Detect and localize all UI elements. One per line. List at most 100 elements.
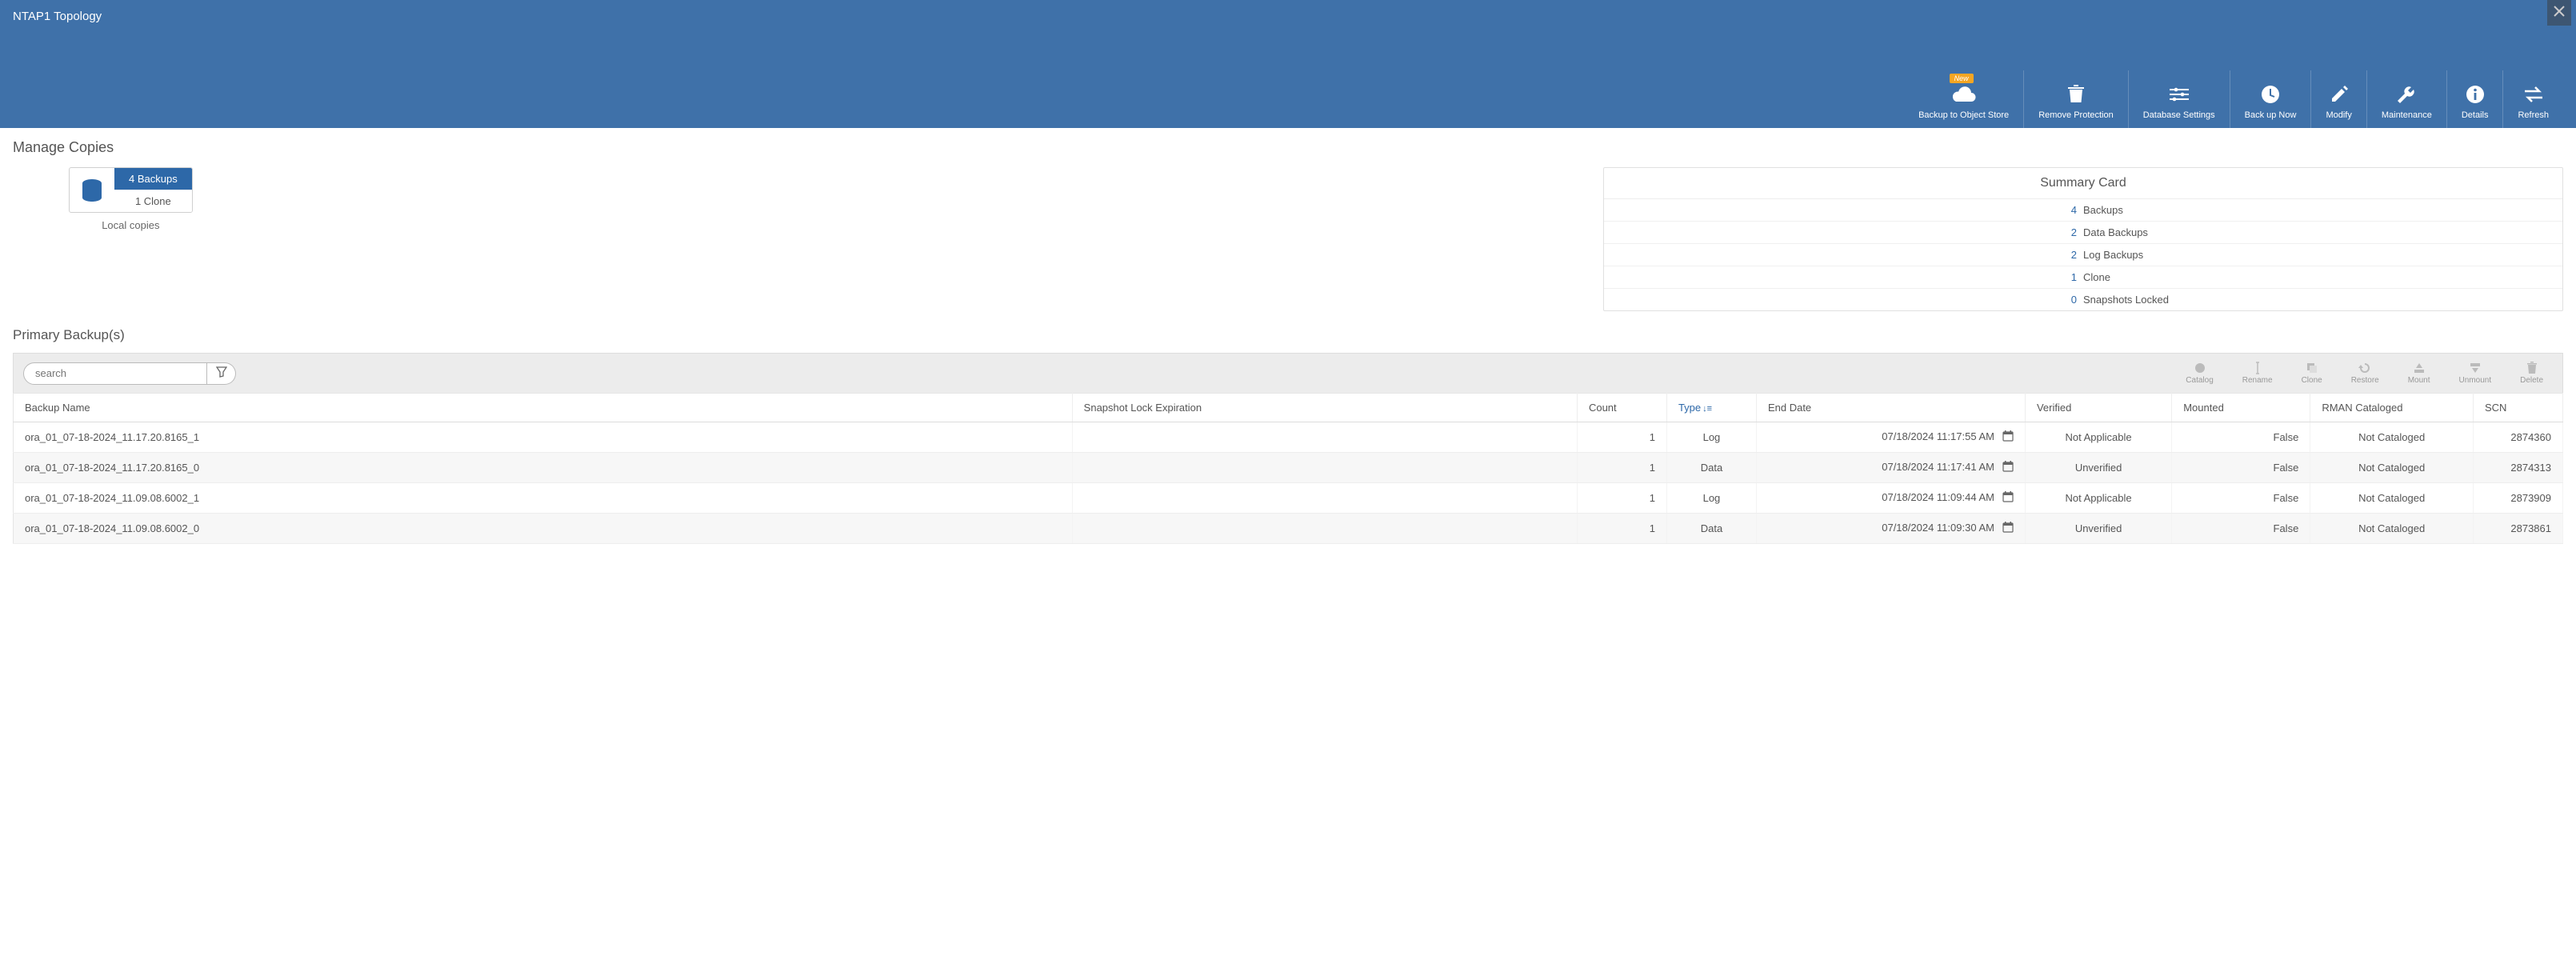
summary-label: Data Backups <box>2083 226 2562 238</box>
trash-icon <box>2067 83 2085 106</box>
delete-button[interactable]: Delete <box>2520 362 2543 385</box>
cell-scn: 2874313 <box>2473 453 2562 483</box>
calendar-icon <box>2002 461 2014 474</box>
col-count[interactable]: Count <box>1577 394 1666 422</box>
toolbar-label: Remove Protection <box>2038 110 2114 120</box>
col-cataloged[interactable]: RMAN Cataloged <box>2310 394 2474 422</box>
table-row[interactable]: ora_01_07-18-2024_11.09.08.6002_01Data07… <box>14 514 2563 544</box>
cell-verified: Not Applicable <box>2025 483 2171 514</box>
col-end-date[interactable]: End Date <box>1756 394 2025 422</box>
cell-snap <box>1072 514 1577 544</box>
summary-count: 2 <box>1604 226 2083 238</box>
header-bar: NTAP1 Topology New Backup to Object Stor… <box>0 0 2576 128</box>
summary-label: Snapshots Locked <box>2083 294 2562 306</box>
action-label: Delete <box>2520 376 2543 385</box>
backup-to-object-store-button[interactable]: New Backup to Object Store <box>1904 70 2023 128</box>
table-row[interactable]: ora_01_07-18-2024_11.09.08.6002_11Log07/… <box>14 483 2563 514</box>
restore-button[interactable]: Restore <box>2351 362 2379 385</box>
cell-name: ora_01_07-18-2024_11.17.20.8165_1 <box>14 422 1073 453</box>
col-scn[interactable]: SCN <box>2473 394 2562 422</box>
toolbar-label: Details <box>2462 110 2489 120</box>
back-up-now-button[interactable]: Back up Now <box>2230 70 2311 128</box>
clone-pill[interactable]: 1 Clone <box>114 190 192 212</box>
title-bar: NTAP1 Topology <box>0 0 2576 32</box>
new-badge: New <box>1950 74 1974 83</box>
toolbar-label: Back up Now <box>2245 110 2297 120</box>
details-button[interactable]: Details <box>2446 70 2503 128</box>
copies-summary-row: 4 Backups 1 Clone Local copies Summary C… <box>13 167 2563 311</box>
sliders-icon <box>2170 83 2189 106</box>
row-actions: Catalog Rename Clone Restore Mount Unmou… <box>2186 362 2553 385</box>
remove-protection-button[interactable]: Remove Protection <box>2023 70 2128 128</box>
cell-name: ora_01_07-18-2024_11.09.08.6002_0 <box>14 514 1073 544</box>
cell-scn: 2873861 <box>2473 514 2562 544</box>
table-row[interactable]: ora_01_07-18-2024_11.17.20.8165_11Log07/… <box>14 422 2563 453</box>
database-icon <box>70 168 114 212</box>
refresh-button[interactable]: Refresh <box>2502 70 2563 128</box>
summary-label: Log Backups <box>2083 249 2562 261</box>
filter-button[interactable] <box>207 362 236 385</box>
summary-row[interactable]: 2Log Backups <box>1604 244 2562 266</box>
action-label: Restore <box>2351 376 2379 385</box>
cell-count: 1 <box>1577 514 1666 544</box>
col-verified[interactable]: Verified <box>2025 394 2171 422</box>
modify-button[interactable]: Modify <box>2310 70 2366 128</box>
local-copies-block: 4 Backups 1 Clone Local copies <box>69 167 193 231</box>
calendar-icon <box>2002 522 2014 535</box>
summary-row[interactable]: 4Backups <box>1604 199 2562 222</box>
cloud-icon <box>1950 83 1978 106</box>
main-content: Manage Copies 4 Backups 1 Clone Local co… <box>0 128 2576 555</box>
cell-count: 1 <box>1577 483 1666 514</box>
table-row[interactable]: ora_01_07-18-2024_11.17.20.8165_01Data07… <box>14 453 2563 483</box>
col-backup-name[interactable]: Backup Name <box>14 394 1073 422</box>
cell-name: ora_01_07-18-2024_11.09.08.6002_1 <box>14 483 1073 514</box>
toolbar-label: Modify <box>2326 110 2351 120</box>
cell-end: 07/18/2024 11:17:55 AM <box>1756 422 2025 453</box>
cell-end: 07/18/2024 11:09:30 AM <box>1756 514 2025 544</box>
cell-name: ora_01_07-18-2024_11.17.20.8165_0 <box>14 453 1073 483</box>
database-settings-button[interactable]: Database Settings <box>2128 70 2230 128</box>
backups-pill[interactable]: 4 Backups <box>114 168 192 190</box>
summary-row[interactable]: 1Clone <box>1604 266 2562 289</box>
summary-count: 2 <box>1604 249 2083 261</box>
col-type[interactable]: Type↓≡ <box>1666 394 1756 422</box>
toolbar-label: Database Settings <box>2143 110 2215 120</box>
summary-row[interactable]: 0Snapshots Locked <box>1604 289 2562 310</box>
col-mounted[interactable]: Mounted <box>2172 394 2310 422</box>
local-copies-card[interactable]: 4 Backups 1 Clone <box>69 167 193 213</box>
cell-mounted: False <box>2172 483 2310 514</box>
action-label: Unmount <box>2459 376 2492 385</box>
mount-button[interactable]: Mount <box>2408 362 2430 385</box>
rename-button[interactable]: Rename <box>2242 362 2273 385</box>
search-wrap <box>23 362 236 385</box>
action-label: Catalog <box>2186 376 2213 385</box>
action-label: Mount <box>2408 376 2430 385</box>
copies-list: 4 Backups 1 Clone <box>114 168 192 212</box>
summary-row[interactable]: 2Data Backups <box>1604 222 2562 244</box>
sort-desc-icon: ↓≡ <box>1702 404 1712 414</box>
catalog-button[interactable]: Catalog <box>2186 362 2213 385</box>
cell-cataloged: Not Cataloged <box>2310 483 2474 514</box>
page-title: NTAP1 Topology <box>13 10 102 23</box>
cell-cataloged: Not Cataloged <box>2310 453 2474 483</box>
col-snapshot-lock[interactable]: Snapshot Lock Expiration <box>1072 394 1577 422</box>
clone-button[interactable]: Clone <box>2302 362 2322 385</box>
clock-icon <box>2261 83 2280 106</box>
cell-type: Log <box>1666 422 1756 453</box>
calendar-icon <box>2002 491 2014 505</box>
summary-count: 1 <box>1604 271 2083 283</box>
maintenance-button[interactable]: Maintenance <box>2366 70 2446 128</box>
search-action-bar: Catalog Rename Clone Restore Mount Unmou… <box>13 353 2563 393</box>
unmount-button[interactable]: Unmount <box>2459 362 2492 385</box>
cell-cataloged: Not Cataloged <box>2310 422 2474 453</box>
search-input[interactable] <box>23 362 207 385</box>
summary-count: 4 <box>1604 204 2083 216</box>
close-icon[interactable] <box>2547 0 2571 26</box>
backup-table: Backup Name Snapshot Lock Expiration Cou… <box>13 393 2563 544</box>
summary-card: Summary Card 4Backups2Data Backups2Log B… <box>1603 167 2563 311</box>
cell-snap <box>1072 483 1577 514</box>
info-icon <box>2466 83 2485 106</box>
manage-copies-heading: Manage Copies <box>13 139 2563 156</box>
col-type-label: Type <box>1678 402 1701 414</box>
cell-end: 07/18/2024 11:09:44 AM <box>1756 483 2025 514</box>
